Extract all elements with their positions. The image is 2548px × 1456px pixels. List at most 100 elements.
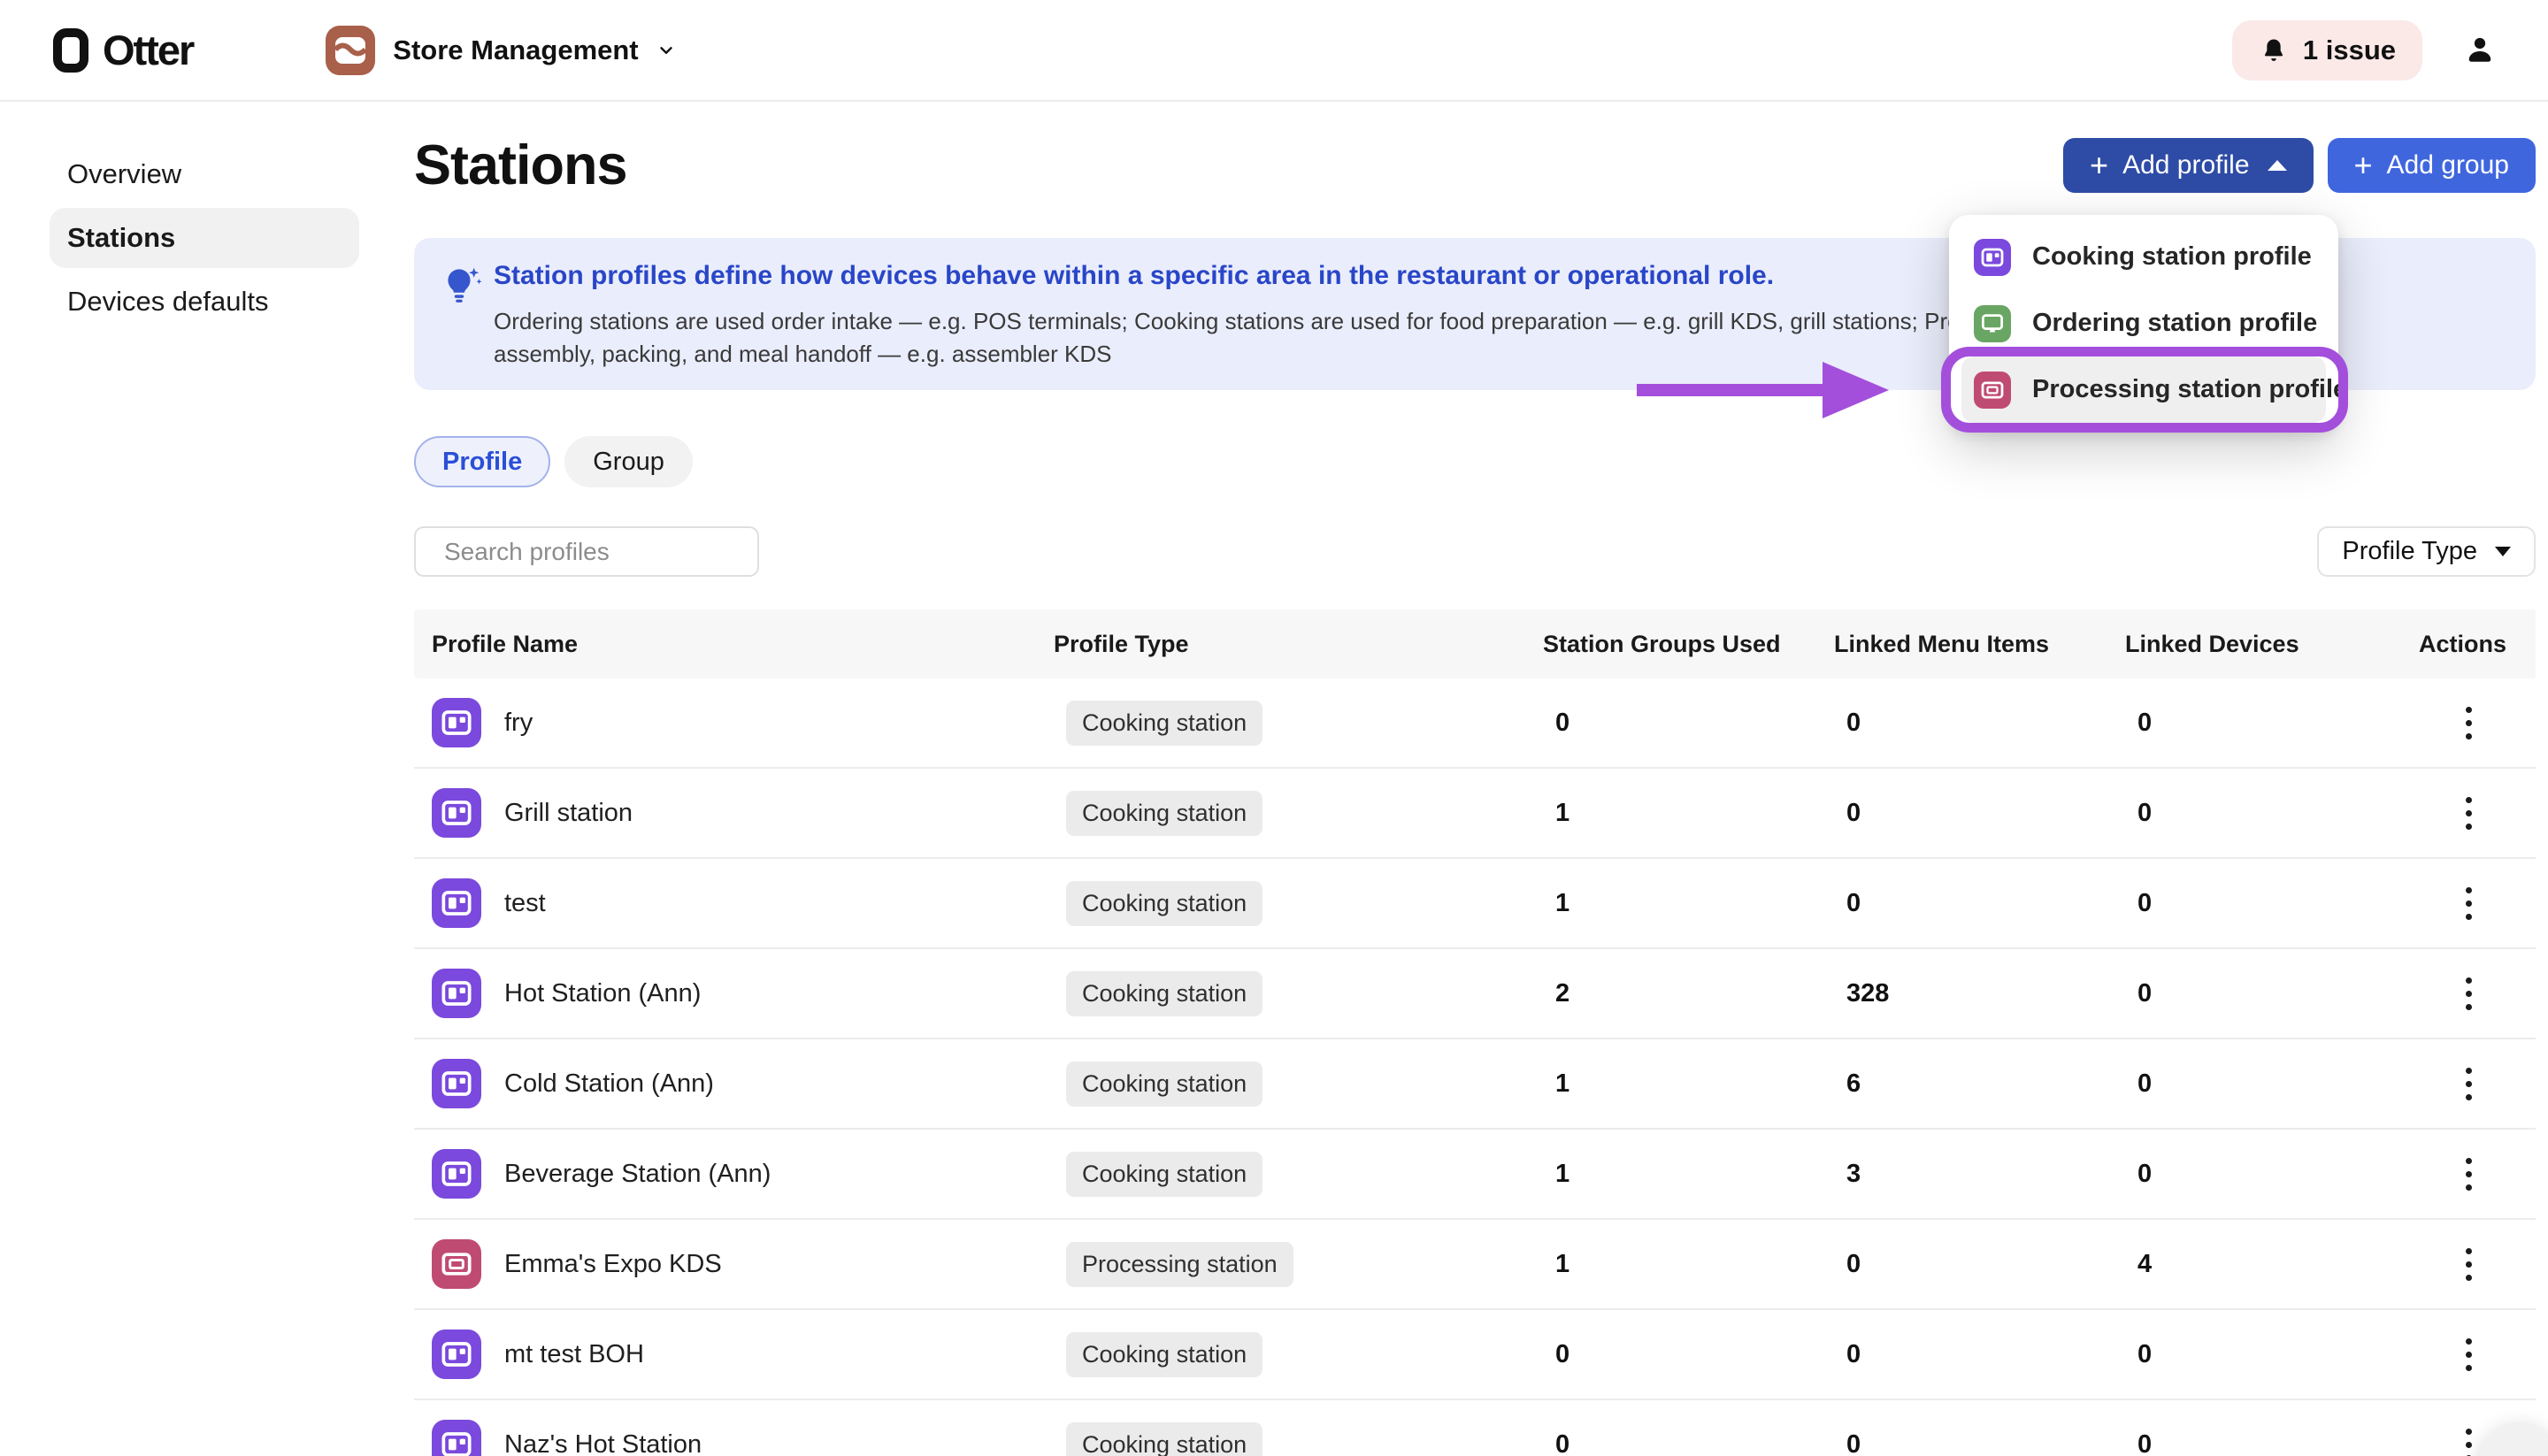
linked-devices: 0	[2125, 1430, 2419, 1456]
profile-name: test	[504, 889, 546, 918]
linked-menu-items: 0	[1834, 889, 2125, 918]
profile-type-badge: Cooking station	[1066, 881, 1262, 926]
row-actions-button[interactable]	[2457, 878, 2481, 929]
linked-devices: 0	[2125, 1069, 2419, 1099]
bell-icon	[2259, 35, 2289, 65]
profile-name: Grill station	[504, 799, 633, 828]
linked-menu-items: 0	[1834, 799, 2125, 828]
profile-type-badge: Processing station	[1066, 1242, 1293, 1287]
tab-group[interactable]: Group	[564, 436, 693, 487]
station-groups-used: 0	[1543, 1340, 1834, 1369]
add-profile-button[interactable]: + Add profile	[2063, 138, 2313, 193]
station-type-icon	[432, 878, 481, 928]
profile-type-badge: Cooking station	[1066, 1332, 1262, 1377]
profile-name: Hot Station (Ann)	[504, 979, 701, 1008]
linked-devices: 0	[2125, 1340, 2419, 1369]
search-input[interactable]	[444, 538, 764, 566]
workspace-switcher[interactable]: Store Management	[326, 26, 675, 75]
table-row[interactable]: mt test BOH Cooking station 0 0 0	[414, 1310, 2536, 1400]
table-row[interactable]: test Cooking station 1 0 0	[414, 859, 2536, 949]
top-bar: Otter Store Management 1 issue	[0, 0, 2548, 102]
row-actions-button[interactable]	[2457, 969, 2481, 1019]
sidebar-item-stations[interactable]: Stations	[50, 208, 359, 268]
table-row[interactable]: Beverage Station (Ann) Cooking station 1…	[414, 1130, 2536, 1220]
station-groups-used: 1	[1543, 1250, 1834, 1279]
add-profile-menu: Cooking station profile Ordering station…	[1949, 215, 2338, 433]
linked-menu-items: 0	[1834, 1250, 2125, 1279]
profile-name: Beverage Station (Ann)	[504, 1160, 771, 1189]
table-row[interactable]: Naz's Hot Station Cooking station 0 0 0	[414, 1400, 2536, 1456]
menu-item-processing-station-profile[interactable]: Processing station profile	[1961, 356, 2326, 423]
account-button[interactable]	[2461, 32, 2498, 69]
chevron-down-icon	[656, 41, 676, 60]
station-groups-used: 1	[1543, 1160, 1834, 1189]
linked-devices: 0	[2125, 709, 2419, 738]
column-header-linked-menu-items: Linked Menu Items	[1834, 631, 2125, 658]
linked-devices: 0	[2125, 799, 2419, 828]
linked-devices: 4	[2125, 1250, 2419, 1279]
otter-logo-icon	[53, 28, 88, 73]
menu-item-ordering-station-profile[interactable]: Ordering station profile	[1961, 290, 2326, 356]
table-body: fry Cooking station 0 0 0 Grill station	[414, 678, 2536, 1456]
profiles-table: Profile Name Profile Type Station Groups…	[414, 609, 2536, 1456]
station-groups-used: 2	[1543, 979, 1834, 1008]
lightbulb-icon	[439, 263, 485, 309]
column-header-station-groups-used: Station Groups Used	[1543, 631, 1834, 658]
station-groups-used: 0	[1543, 1430, 1834, 1456]
workspace-name: Store Management	[393, 34, 638, 66]
sidebar-item-overview[interactable]: Overview	[50, 144, 359, 204]
tab-profile[interactable]: Profile	[414, 436, 550, 487]
station-type-icon	[432, 1420, 481, 1456]
station-groups-used: 1	[1543, 1069, 1834, 1099]
profile-type-filter[interactable]: Profile Type	[2317, 526, 2536, 577]
linked-menu-items: 0	[1834, 709, 2125, 738]
station-type-icon	[432, 969, 481, 1018]
station-type-icon	[432, 788, 481, 838]
table-header: Profile Name Profile Type Station Groups…	[414, 609, 2536, 678]
linked-menu-items: 328	[1834, 979, 2125, 1008]
table-row[interactable]: fry Cooking station 0 0 0	[414, 678, 2536, 769]
profile-type-badge: Cooking station	[1066, 1152, 1262, 1197]
row-actions-button[interactable]	[2457, 1149, 2481, 1199]
issues-button[interactable]: 1 issue	[2232, 20, 2422, 80]
search-profiles-box[interactable]	[414, 526, 759, 577]
column-header-profile-name: Profile Name	[432, 631, 1054, 658]
table-row[interactable]: Cold Station (Ann) Cooking station 1 6 0	[414, 1039, 2536, 1130]
caret-down-icon	[2495, 547, 2511, 556]
stations-page: Otter Store Management 1 issue	[0, 0, 2548, 1456]
row-actions-button[interactable]	[2457, 1059, 2481, 1109]
linked-devices: 0	[2125, 889, 2419, 918]
row-actions-button[interactable]	[2457, 698, 2481, 748]
row-actions-button[interactable]	[2457, 1330, 2481, 1380]
row-actions-button[interactable]	[2457, 788, 2481, 839]
column-header-profile-type: Profile Type	[1054, 631, 1543, 658]
sidebar-item-devices-defaults[interactable]: Devices defaults	[50, 272, 359, 332]
station-groups-used: 1	[1543, 889, 1834, 918]
profile-type-badge: Cooking station	[1066, 701, 1262, 746]
station-type-icon	[432, 1239, 481, 1289]
station-type-icon	[432, 1330, 481, 1379]
table-row[interactable]: Emma's Expo KDS Processing station 1 0 4	[414, 1220, 2536, 1310]
station-groups-used: 0	[1543, 709, 1834, 738]
profile-name: fry	[504, 709, 533, 738]
table-row[interactable]: Grill station Cooking station 1 0 0	[414, 769, 2536, 859]
row-actions-button[interactable]	[2457, 1239, 2481, 1290]
profile-name: Cold Station (Ann)	[504, 1069, 714, 1099]
cooking-station-icon	[1974, 239, 2011, 276]
add-group-button[interactable]: + Add group	[2328, 138, 2536, 193]
issue-count-label: 1 issue	[2303, 34, 2396, 66]
page-title: Stations	[414, 134, 627, 197]
station-type-icon	[432, 1149, 481, 1199]
store-icon	[326, 26, 375, 75]
otter-logo[interactable]: Otter	[53, 26, 193, 74]
linked-menu-items: 3	[1834, 1160, 2125, 1189]
view-tabs: Profile Group	[414, 436, 2536, 487]
station-type-icon	[432, 698, 481, 747]
linked-menu-items: 0	[1834, 1430, 2125, 1456]
chevron-up-icon	[2268, 160, 2287, 171]
table-row[interactable]: Hot Station (Ann) Cooking station 2 328 …	[414, 949, 2536, 1039]
menu-item-cooking-station-profile[interactable]: Cooking station profile	[1961, 224, 2326, 290]
profile-name: Emma's Expo KDS	[504, 1250, 722, 1279]
row-actions-button[interactable]	[2457, 1420, 2481, 1456]
station-type-icon	[432, 1059, 481, 1108]
